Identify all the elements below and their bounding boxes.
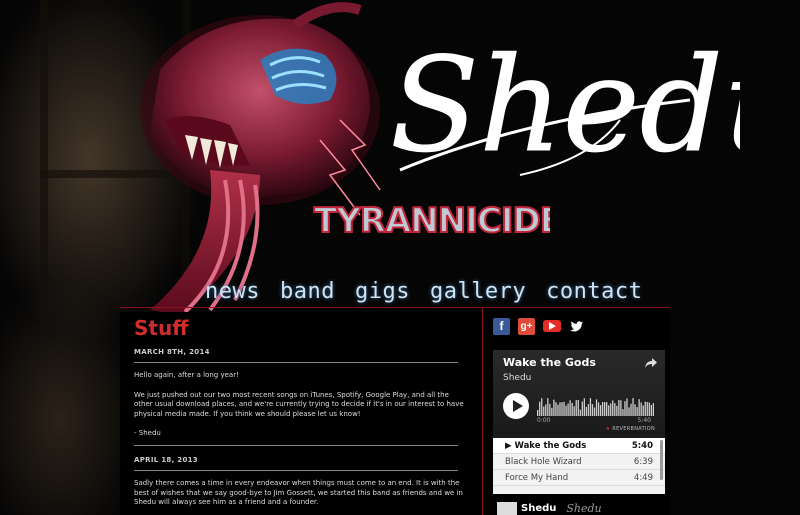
nav-band[interactable]: band [280, 279, 335, 309]
play-button[interactable] [503, 393, 529, 419]
twitter-icon[interactable] [569, 318, 583, 335]
post-paragraph: We just pushed out our two most recent s… [134, 390, 464, 418]
footer-script-logo: Shedu [566, 502, 602, 515]
youtube-icon[interactable] [543, 320, 561, 332]
track-duration: 6:39 [633, 456, 653, 467]
player-header: Wake the Gods Shedu 0:00 5:40 ★ REVERBNA… [493, 350, 665, 434]
play-icon [512, 400, 523, 412]
music-player: Wake the Gods Shedu 0:00 5:40 ★ REVERBNA… [493, 350, 665, 494]
nav-contact[interactable]: contact [546, 279, 642, 309]
track-duration: 5:40 [631, 440, 653, 451]
main-content: Stuff MARCH 8TH, 2014 Hello again, after… [120, 312, 482, 515]
footer-badge-image [497, 502, 517, 515]
post-paragraph: Sadly there comes a time in every endeav… [134, 478, 463, 507]
google-plus-icon[interactable]: g+ [518, 317, 535, 335]
time-elapsed: 0:00 [537, 417, 551, 424]
play-triangle-icon [549, 322, 556, 330]
reverbnation-star-icon: ★ [605, 426, 611, 432]
footer-logo[interactable]: Shedu Shedu [497, 502, 647, 515]
track-row[interactable]: Force My Hand 4:49 [493, 470, 665, 486]
nav-gigs[interactable]: gigs [355, 279, 410, 309]
page-title: Stuff [134, 316, 189, 340]
nav-news[interactable]: news [205, 279, 260, 309]
time-total: 5:40 [637, 417, 651, 424]
provider-badge[interactable]: ★ REVERBNATION [606, 426, 655, 432]
track-duration: 4:49 [633, 472, 653, 483]
twitter-bird-icon [569, 320, 583, 331]
track-title: Force My Hand [505, 472, 569, 483]
svg-text:TYRANNICIDE: TYRANNICIDE [314, 201, 550, 241]
track-row[interactable]: Black Hole Wizard 6:39 [493, 454, 665, 470]
tyrannicide-album-logo: TYRANNICIDE [313, 200, 550, 242]
tracklist: ▶ Wake the Gods 5:40 Black Hole Wizard 6… [493, 438, 665, 494]
track-title: Black Hole Wizard [505, 456, 582, 467]
post-date: MARCH 8TH, 2014 [134, 348, 458, 363]
footer-band-name: Shedu [521, 503, 557, 514]
facebook-icon[interactable]: f [493, 317, 510, 335]
main-nav: news band gigs gallery contact [205, 279, 645, 309]
post-date: APRIL 18, 2013 [134, 456, 458, 471]
nav-gallery[interactable]: gallery [430, 279, 526, 309]
post-signature: - Shedu [134, 429, 458, 446]
waveform-scrubber[interactable] [537, 394, 655, 416]
provider-name: REVERBNATION [612, 426, 655, 432]
shedu-logo[interactable]: Shedu [370, 0, 741, 200]
social-links: f g+ [493, 317, 670, 335]
share-icon[interactable] [645, 358, 657, 370]
track-title: ▶ Wake the Gods [505, 440, 587, 451]
current-track-title[interactable]: Wake the Gods [503, 356, 655, 369]
artist-name[interactable]: Shedu [503, 373, 655, 383]
post-paragraph: Hello again, after a long year! [134, 371, 239, 379]
svg-text:Shedu: Shedu [390, 29, 740, 181]
tracklist-scrollbar[interactable] [660, 440, 663, 480]
banner-creature-art [140, 2, 381, 315]
track-row[interactable]: ▶ Wake the Gods 5:40 [493, 438, 665, 454]
